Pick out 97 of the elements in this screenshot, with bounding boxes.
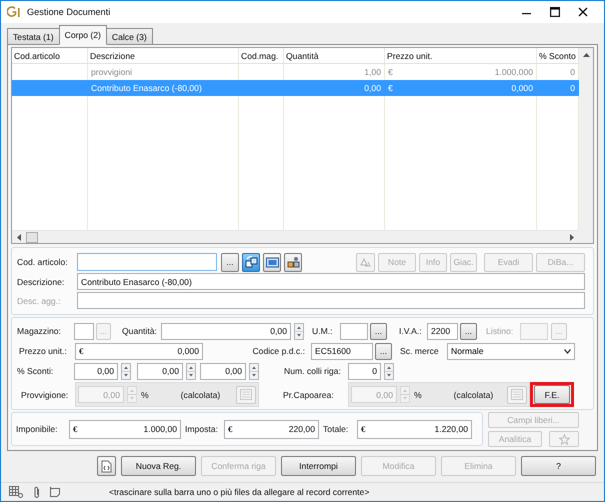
calculator-icon [511,389,523,400]
scrollbar-thumb[interactable] [26,232,38,242]
scroll-right-icon[interactable] [569,234,575,240]
field-label: U.M.: [312,326,333,336]
cubes-button[interactable] [242,252,260,272]
caret-icon [564,348,571,354]
table-cell: 1.000,000 [494,67,533,77]
input-field[interactable]: € 0,000 [75,342,203,360]
spin-button[interactable] [249,362,259,380]
input-field[interactable]: 0,00 [137,362,183,380]
boxes-icon [286,256,300,268]
card-button[interactable] [263,252,281,272]
dropdown[interactable]: Normale [447,342,575,360]
column-header[interactable]: Cod.mag. [239,48,284,63]
fe-button[interactable]: F.E. [534,385,570,404]
field-label: Totale: [323,424,348,434]
card-icon [266,256,278,268]
input-field[interactable]: 0,00 [161,322,291,340]
table-cell: Contributo Enasarco (-80,00) [91,83,202,93]
action-button[interactable]: ? [521,456,596,476]
field-label: Magazzino: [17,326,61,336]
tab[interactable]: Testata (1) [7,28,60,45]
lookup-button[interactable]: ... [370,322,387,340]
field-label: Quantità: [122,326,157,336]
tool-button[interactable] [97,456,116,476]
action-button[interactable]: Nuova Reg. [121,456,196,476]
field-label: % Sconti: [17,366,54,376]
app-logo-icon [7,6,21,18]
field-label: Pr.Capoarea: [283,390,334,400]
field-label: Codice p.d.c.: [252,346,305,356]
calculator-icon [240,389,252,400]
input-field[interactable] [340,322,368,340]
spin-button[interactable] [384,362,394,380]
field-note: (calcolata) [180,390,220,400]
status-text: <trascinare sulla barra uno o più files da allegare al record corrente> [109,487,370,497]
note-icon[interactable] [49,486,61,498]
table-cell: 0,00 [364,83,381,93]
lookup-button[interactable]: ... [221,252,239,272]
close-icon[interactable] [578,7,588,17]
scroll-left-icon[interactable] [16,234,22,240]
action-button[interactable]: Interrompi [281,456,356,476]
field-note: (calcolata) [454,390,494,400]
currency-symbol: € [388,67,393,77]
input-field[interactable] [77,292,585,309]
field-label: Prezzo unit.: [19,346,67,356]
column-header[interactable]: Cod.articolo [12,48,88,63]
input-field[interactable]: 0,00 [200,362,246,380]
input-field[interactable]: EC51600 [311,342,373,360]
field-label: Num. colli riga: [284,366,341,376]
field-label: Sc. merce [400,346,439,356]
unit-label: % [414,390,422,400]
field-label: Desc. agg.: [17,296,60,306]
input-field[interactable]: Contributo Enasarco (-80,00) [77,273,585,290]
field-label: I.V.A.: [399,326,422,336]
window-title: Gestione Documenti [27,7,110,17]
star-icon [558,434,570,444]
vertical-scrollbar[interactable] [579,48,593,243]
spin-button[interactable] [121,362,131,380]
tab[interactable]: Corpo (2) [58,25,107,45]
field-label: Imponibile: [16,424,58,434]
field-label: Listino: [486,326,514,336]
input-field[interactable]: 0,00 [74,362,118,380]
scroll-up-icon[interactable] [582,52,590,58]
table-cell: provvigioni [91,67,132,77]
input-field[interactable]: € 1.220,00 [357,420,472,438]
boxes-button[interactable] [284,252,302,272]
spin-button[interactable] [294,322,304,340]
input-field[interactable]: € 220,00 [224,420,319,438]
field-label: Cod. articolo: [17,257,68,267]
field-label: Descrizione: [17,276,64,286]
horizontal-scrollbar[interactable] [12,230,579,243]
input-field[interactable] [520,322,548,340]
input-field[interactable]: 0 [348,362,381,380]
field-label: Imposta: [185,424,218,434]
column-header[interactable]: Descrizione [88,48,239,63]
grid-icon[interactable] [9,486,23,498]
tab[interactable]: Calce (3) [106,28,153,45]
column-header[interactable]: Prezzo unit. [385,48,537,63]
lookup-button[interactable]: ... [375,342,392,360]
table-cell: 0,000 [511,83,533,93]
table-cell: 0 [570,67,575,77]
input-field[interactable]: € 1.000,00 [69,420,181,438]
input-field[interactable] [77,253,217,271]
table-cell: 1,00 [364,67,381,77]
paperclip-icon[interactable] [33,486,41,498]
code-file-icon [101,460,112,472]
input-field[interactable]: 2200 [427,322,458,340]
unit-label: % [141,390,149,400]
table-cell: 0 [570,83,575,93]
currency-symbol: € [388,83,393,93]
maximize-icon[interactable] [550,7,560,17]
spin-button[interactable] [186,362,196,380]
field-label: Provvigione: [21,390,68,400]
column-header[interactable]: Quantità [284,48,385,63]
input-field[interactable] [74,322,94,340]
cubes-icon [244,256,258,268]
lookup-button[interactable]: ... [460,322,477,340]
